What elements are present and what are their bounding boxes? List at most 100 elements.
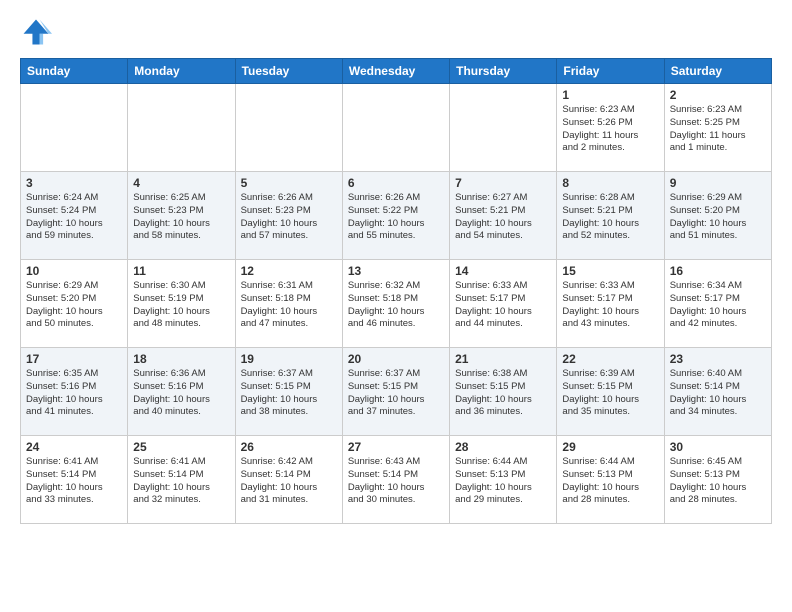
calendar-cell: 25 Sunrise: 6:41 AM Sunset: 5:14 PM Dayli…: [128, 436, 235, 524]
day-info: Sunrise: 6:41 AM Sunset: 5:14 PM Dayligh…: [26, 456, 122, 507]
day-info: Sunrise: 6:29 AM Sunset: 5:20 PM Dayligh…: [670, 192, 766, 243]
weekday-header-row: SundayMondayTuesdayWednesdayThursdayFrid…: [21, 59, 772, 84]
day-number: 19: [241, 352, 337, 366]
day-number: 30: [670, 440, 766, 454]
day-number: 8: [562, 176, 658, 190]
weekday-header-monday: Monday: [128, 59, 235, 84]
calendar-cell: [128, 84, 235, 172]
day-number: 10: [26, 264, 122, 278]
calendar-cell: 30 Sunrise: 6:45 AM Sunset: 5:13 PM Dayli…: [664, 436, 771, 524]
day-info: Sunrise: 6:38 AM Sunset: 5:15 PM Dayligh…: [455, 368, 551, 419]
day-number: 11: [133, 264, 229, 278]
day-info: Sunrise: 6:40 AM Sunset: 5:14 PM Dayligh…: [670, 368, 766, 419]
day-number: 28: [455, 440, 551, 454]
day-info: Sunrise: 6:43 AM Sunset: 5:14 PM Dayligh…: [348, 456, 444, 507]
day-number: 16: [670, 264, 766, 278]
day-number: 23: [670, 352, 766, 366]
day-info: Sunrise: 6:37 AM Sunset: 5:15 PM Dayligh…: [241, 368, 337, 419]
calendar-cell: 3 Sunrise: 6:24 AM Sunset: 5:24 PM Daylig…: [21, 172, 128, 260]
calendar-table: SundayMondayTuesdayWednesdayThursdayFrid…: [20, 58, 772, 524]
calendar-cell: 12 Sunrise: 6:31 AM Sunset: 5:18 PM Dayli…: [235, 260, 342, 348]
day-number: 18: [133, 352, 229, 366]
calendar-week-row: 1 Sunrise: 6:23 AM Sunset: 5:26 PM Daylig…: [21, 84, 772, 172]
day-number: 3: [26, 176, 122, 190]
day-number: 26: [241, 440, 337, 454]
calendar-cell: [235, 84, 342, 172]
calendar-cell: 17Sunrise: 6:35 AM Sunset: 5:16 PM Dayli…: [21, 348, 128, 436]
day-number: 13: [348, 264, 444, 278]
day-number: 20: [348, 352, 444, 366]
weekday-header-friday: Friday: [557, 59, 664, 84]
day-info: Sunrise: 6:33 AM Sunset: 5:17 PM Dayligh…: [562, 280, 658, 331]
weekday-header-thursday: Thursday: [450, 59, 557, 84]
day-info: Sunrise: 6:25 AM Sunset: 5:23 PM Dayligh…: [133, 192, 229, 243]
calendar-cell: 16Sunrise: 6:34 AM Sunset: 5:17 PM Dayli…: [664, 260, 771, 348]
day-number: 14: [455, 264, 551, 278]
day-info: Sunrise: 6:23 AM Sunset: 5:26 PM Dayligh…: [562, 104, 658, 155]
day-info: Sunrise: 6:45 AM Sunset: 5:13 PM Dayligh…: [670, 456, 766, 507]
day-number: 7: [455, 176, 551, 190]
calendar-cell: 8 Sunrise: 6:28 AM Sunset: 5:21 PM Daylig…: [557, 172, 664, 260]
calendar-cell: [450, 84, 557, 172]
day-info: Sunrise: 6:37 AM Sunset: 5:15 PM Dayligh…: [348, 368, 444, 419]
calendar-cell: 26Sunrise: 6:42 AM Sunset: 5:14 PM Dayli…: [235, 436, 342, 524]
calendar-week-row: 10 Sunrise: 6:29 AM Sunset: 5:20 PM Dayli…: [21, 260, 772, 348]
calendar-cell: 18 Sunrise: 6:36 AM Sunset: 5:16 PM Dayli…: [128, 348, 235, 436]
weekday-header-saturday: Saturday: [664, 59, 771, 84]
day-info: Sunrise: 6:26 AM Sunset: 5:23 PM Dayligh…: [241, 192, 337, 243]
day-number: 17: [26, 352, 122, 366]
calendar-cell: 15 Sunrise: 6:33 AM Sunset: 5:17 PM Dayli…: [557, 260, 664, 348]
day-number: 12: [241, 264, 337, 278]
calendar-cell: 10 Sunrise: 6:29 AM Sunset: 5:20 PM Dayli…: [21, 260, 128, 348]
day-number: 6: [348, 176, 444, 190]
calendar-week-row: 24 Sunrise: 6:41 AM Sunset: 5:14 PM Dayli…: [21, 436, 772, 524]
day-number: 25: [133, 440, 229, 454]
calendar-cell: 28 Sunrise: 6:44 AM Sunset: 5:13 PM Dayli…: [450, 436, 557, 524]
day-number: 5: [241, 176, 337, 190]
calendar-cell: 29Sunrise: 6:44 AM Sunset: 5:13 PM Dayli…: [557, 436, 664, 524]
calendar-cell: 1 Sunrise: 6:23 AM Sunset: 5:26 PM Daylig…: [557, 84, 664, 172]
calendar-cell: 2Sunrise: 6:23 AM Sunset: 5:25 PM Daylig…: [664, 84, 771, 172]
day-number: 15: [562, 264, 658, 278]
day-number: 27: [348, 440, 444, 454]
day-info: Sunrise: 6:27 AM Sunset: 5:21 PM Dayligh…: [455, 192, 551, 243]
calendar-cell: 13 Sunrise: 6:32 AM Sunset: 5:18 PM Dayli…: [342, 260, 449, 348]
calendar-cell: 5 Sunrise: 6:26 AM Sunset: 5:23 PM Daylig…: [235, 172, 342, 260]
day-info: Sunrise: 6:39 AM Sunset: 5:15 PM Dayligh…: [562, 368, 658, 419]
day-info: Sunrise: 6:36 AM Sunset: 5:16 PM Dayligh…: [133, 368, 229, 419]
day-number: 1: [562, 88, 658, 102]
day-info: Sunrise: 6:44 AM Sunset: 5:13 PM Dayligh…: [455, 456, 551, 507]
day-number: 22: [562, 352, 658, 366]
weekday-header-tuesday: Tuesday: [235, 59, 342, 84]
day-info: Sunrise: 6:26 AM Sunset: 5:22 PM Dayligh…: [348, 192, 444, 243]
logo-icon: [20, 16, 52, 48]
weekday-header-wednesday: Wednesday: [342, 59, 449, 84]
calendar-cell: 6 Sunrise: 6:26 AM Sunset: 5:22 PM Daylig…: [342, 172, 449, 260]
day-info: Sunrise: 6:29 AM Sunset: 5:20 PM Dayligh…: [26, 280, 122, 331]
day-number: 21: [455, 352, 551, 366]
day-info: Sunrise: 6:31 AM Sunset: 5:18 PM Dayligh…: [241, 280, 337, 331]
day-number: 24: [26, 440, 122, 454]
calendar-cell: [342, 84, 449, 172]
weekday-header-sunday: Sunday: [21, 59, 128, 84]
calendar-cell: 22 Sunrise: 6:39 AM Sunset: 5:15 PM Dayli…: [557, 348, 664, 436]
day-info: Sunrise: 6:32 AM Sunset: 5:18 PM Dayligh…: [348, 280, 444, 331]
day-number: 4: [133, 176, 229, 190]
header: [20, 16, 772, 48]
day-info: Sunrise: 6:41 AM Sunset: 5:14 PM Dayligh…: [133, 456, 229, 507]
day-number: 2: [670, 88, 766, 102]
calendar-week-row: 17Sunrise: 6:35 AM Sunset: 5:16 PM Dayli…: [21, 348, 772, 436]
day-info: Sunrise: 6:33 AM Sunset: 5:17 PM Dayligh…: [455, 280, 551, 331]
calendar-cell: 7 Sunrise: 6:27 AM Sunset: 5:21 PM Daylig…: [450, 172, 557, 260]
logo: [20, 16, 56, 48]
day-info: Sunrise: 6:24 AM Sunset: 5:24 PM Dayligh…: [26, 192, 122, 243]
calendar-cell: 11Sunrise: 6:30 AM Sunset: 5:19 PM Dayli…: [128, 260, 235, 348]
calendar-cell: 27 Sunrise: 6:43 AM Sunset: 5:14 PM Dayli…: [342, 436, 449, 524]
calendar-cell: 20 Sunrise: 6:37 AM Sunset: 5:15 PM Dayli…: [342, 348, 449, 436]
calendar-cell: 9 Sunrise: 6:29 AM Sunset: 5:20 PM Daylig…: [664, 172, 771, 260]
calendar-cell: 4 Sunrise: 6:25 AM Sunset: 5:23 PM Daylig…: [128, 172, 235, 260]
day-number: 9: [670, 176, 766, 190]
day-info: Sunrise: 6:28 AM Sunset: 5:21 PM Dayligh…: [562, 192, 658, 243]
calendar-cell: 24 Sunrise: 6:41 AM Sunset: 5:14 PM Dayli…: [21, 436, 128, 524]
day-info: Sunrise: 6:44 AM Sunset: 5:13 PM Dayligh…: [562, 456, 658, 507]
